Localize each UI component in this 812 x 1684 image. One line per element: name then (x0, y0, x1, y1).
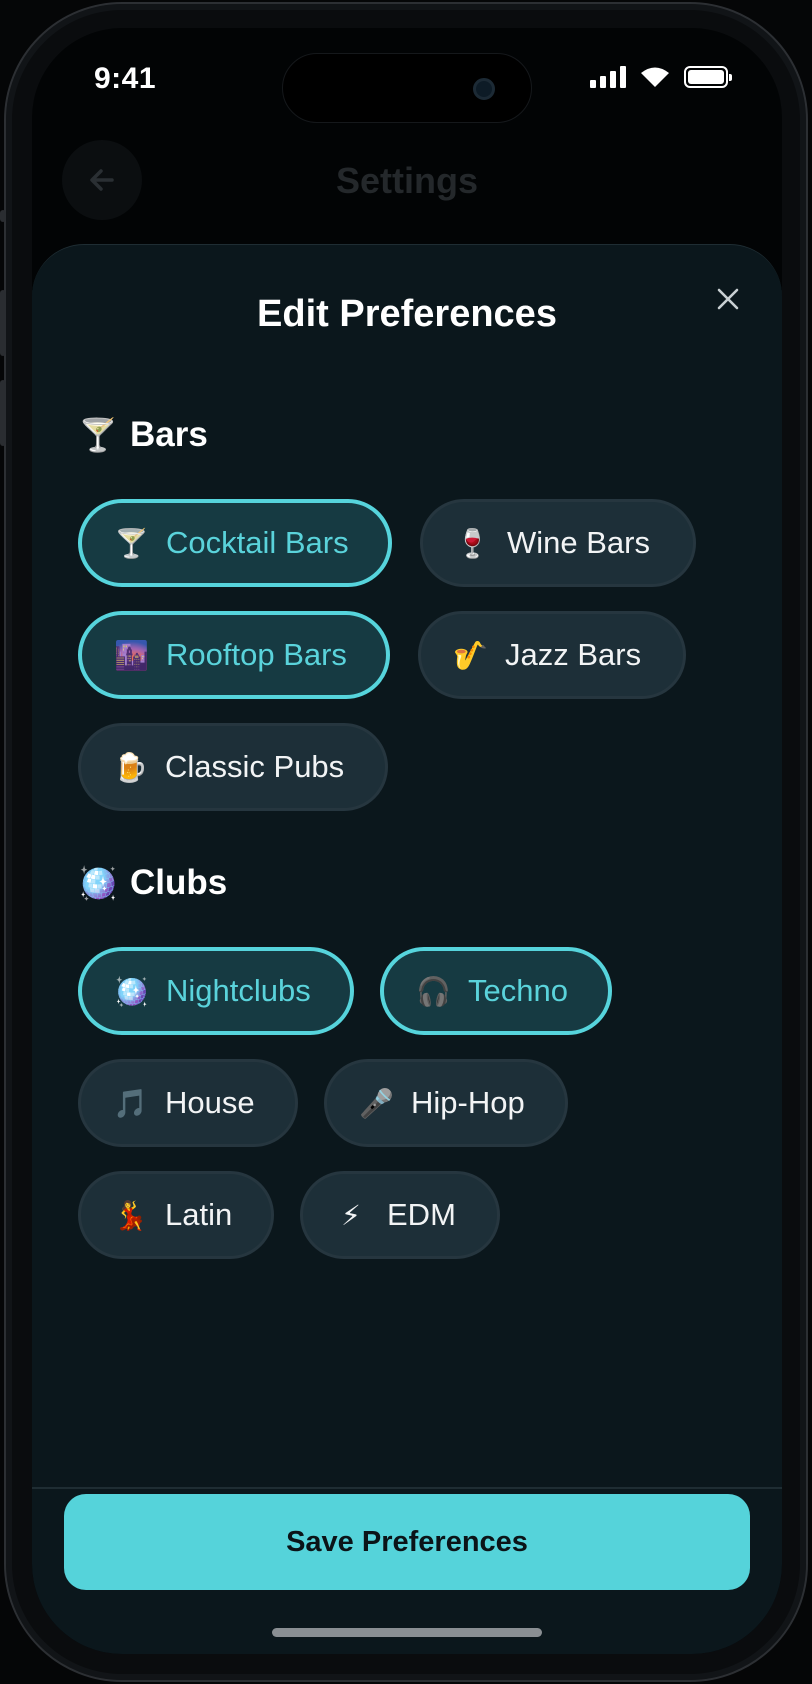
chip-label: Techno (468, 973, 568, 1008)
chip-label: Classic Pubs (165, 749, 345, 784)
city-skyline-icon: 🌆 (114, 638, 149, 672)
section-title-bars: Bars (130, 415, 208, 454)
chip-cocktail-bars[interactable]: 🍸 Cocktail Bars (78, 499, 392, 587)
screen: 9:41 Settings Edit Preferences 🍸 Bars 🍸 … (32, 28, 782, 1654)
close-button[interactable] (704, 275, 752, 323)
status-icons (590, 66, 732, 88)
disco-ball-icon: 🪩 (78, 864, 118, 902)
camera-icon (473, 78, 495, 100)
wifi-icon (641, 67, 669, 87)
status-time: 9:41 (94, 62, 157, 95)
footer-divider (32, 1487, 782, 1489)
chip-jazz-bars[interactable]: 🎷 Jazz Bars (418, 611, 686, 699)
chip-label: House (165, 1085, 255, 1120)
section-title-clubs: Clubs (130, 863, 228, 902)
lightning-icon: ⚡ (341, 1198, 361, 1232)
saxophone-icon: 🎷 (453, 638, 488, 672)
chip-label: Jazz Bars (505, 637, 642, 672)
section-header-bars: 🍸 Bars (78, 415, 208, 455)
chip-classic-pubs[interactable]: 🍺 Classic Pubs (78, 723, 388, 811)
chip-wine-bars[interactable]: 🍷 Wine Bars (420, 499, 696, 587)
chip-latin[interactable]: 💃 Latin (78, 1171, 274, 1259)
chip-label: Wine Bars (507, 525, 650, 560)
side-button (0, 380, 6, 446)
microphone-icon: 🎤 (359, 1086, 394, 1120)
chip-rooftop-bars[interactable]: 🌆 Rooftop Bars (78, 611, 390, 699)
background-page-title: Settings (335, 160, 478, 201)
beer-mug-icon: 🍺 (113, 750, 148, 784)
chip-hip-hop[interactable]: 🎤 Hip-Hop (324, 1059, 568, 1147)
cocktail-icon: 🍸 (78, 416, 118, 454)
dancer-icon: 💃 (113, 1198, 148, 1232)
chip-techno[interactable]: 🎧 Techno (380, 947, 612, 1035)
disco-ball-icon: 🪩 (114, 974, 149, 1008)
preferences-sheet: Edit Preferences 🍸 Bars 🍸 Cocktail Bars … (32, 244, 782, 1654)
battery-icon (684, 66, 732, 88)
dynamic-island (282, 53, 532, 123)
side-button (0, 290, 6, 356)
close-icon (717, 288, 739, 310)
chip-label: Nightclubs (166, 973, 311, 1008)
chip-house[interactable]: 🎵 House (78, 1059, 298, 1147)
chip-nightclubs[interactable]: 🪩 Nightclubs (78, 947, 354, 1035)
home-indicator[interactable] (272, 1628, 542, 1637)
cellular-signal-icon (590, 66, 626, 88)
section-header-clubs: 🪩 Clubs (78, 863, 227, 903)
chip-label: Rooftop Bars (166, 637, 347, 672)
chip-label: Latin (165, 1197, 233, 1232)
cocktail-icon: 🍸 (114, 526, 149, 560)
sheet-title: Edit Preferences (257, 293, 557, 335)
chip-label: Cocktail Bars (166, 525, 349, 560)
side-button (0, 210, 6, 222)
headphones-icon: 🎧 (416, 974, 451, 1008)
chip-label: EDM (387, 1197, 456, 1232)
save-preferences-button[interactable]: Save Preferences (64, 1494, 750, 1590)
chip-edm[interactable]: ⚡ EDM (300, 1171, 500, 1259)
music-note-icon: 🎵 (113, 1086, 148, 1120)
chip-label: Hip-Hop (411, 1085, 525, 1120)
wine-glass-icon: 🍷 (455, 526, 490, 560)
